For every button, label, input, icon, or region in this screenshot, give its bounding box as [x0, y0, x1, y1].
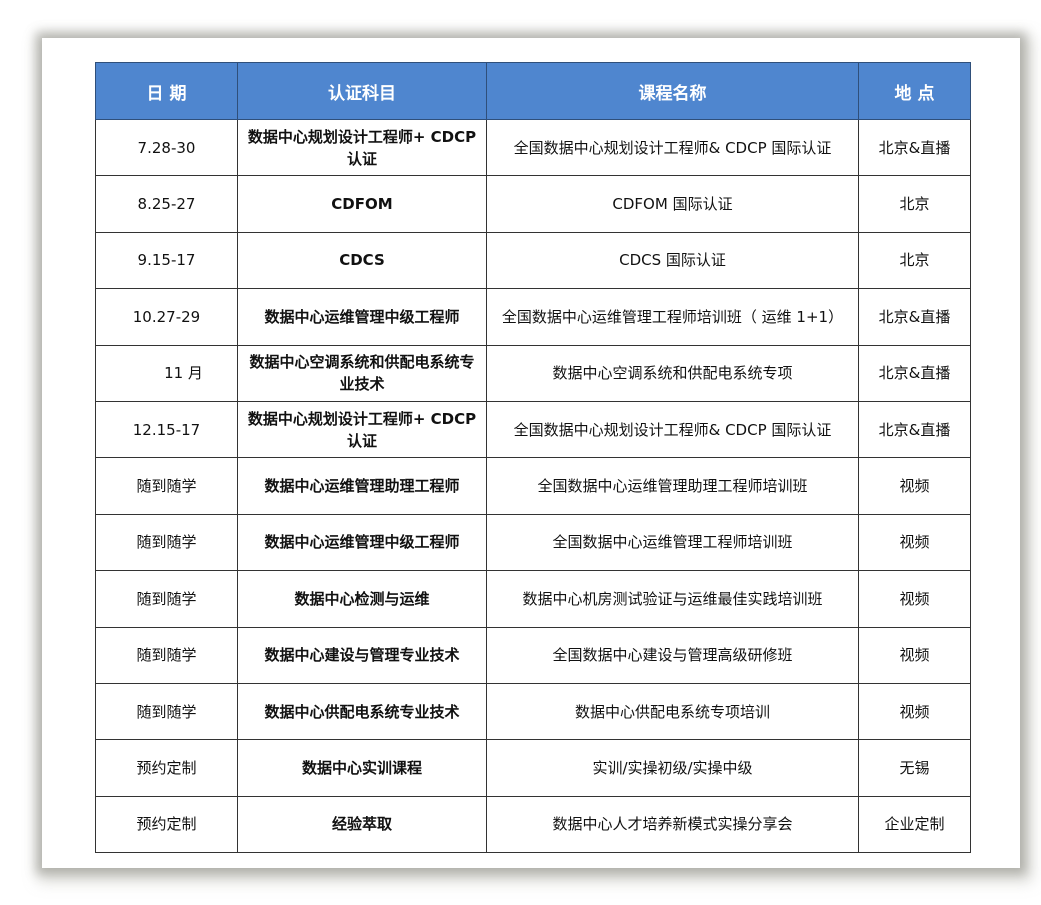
cell-subject: 数据中心运维管理助理工程师	[237, 457, 487, 515]
cell-date: 随到随学	[95, 570, 238, 628]
cell-course: 数据中心空调系统和供配电系统专项	[486, 344, 859, 402]
cell-date: 12.15-17	[95, 400, 238, 459]
table-row: 随到随学 数据中心检测与运维 数据中心机房测试验证与运维最佳实践培训班 视频	[95, 570, 971, 628]
cell-date: 11 月	[95, 344, 238, 402]
cell-course: CDFOM 国际认证	[486, 175, 859, 233]
cell-course: 数据中心供配电系统专项培训	[486, 682, 859, 741]
cell-subject: 数据中心供配电系统专业技术	[237, 682, 487, 741]
header-date: 日 期	[95, 62, 238, 120]
cell-course: 全国数据中心运维管理助理工程师培训班	[486, 457, 859, 515]
cell-location: 北京&直播	[858, 344, 971, 402]
cell-subject: 数据中心实训课程	[237, 739, 487, 797]
table-row: 12.15-17 数据中心规划设计工程师+ CDCP 认证 全国数据中心规划设计…	[95, 400, 971, 459]
cell-course: 全国数据中心规划设计工程师& CDCP 国际认证	[486, 400, 859, 459]
cell-location: 无锡	[858, 739, 971, 797]
cell-date: 随到随学	[95, 626, 238, 684]
table-header-row: 日 期 认证科目 课程名称 地 点	[95, 62, 971, 120]
cell-location: 企业定制	[858, 795, 971, 854]
cell-subject: 数据中心运维管理中级工程师	[237, 288, 487, 346]
cell-subject: 数据中心检测与运维	[237, 570, 487, 628]
cell-course: CDCS 国际认证	[486, 231, 859, 290]
table-row: 预约定制 数据中心实训课程 实训/实操初级/实操中级 无锡	[95, 739, 971, 797]
cell-location: 北京&直播	[858, 400, 971, 459]
table-row: 10.27-29 数据中心运维管理中级工程师 全国数据中心运维管理工程师培训班（…	[95, 288, 971, 346]
cell-subject: 数据中心规划设计工程师+ CDCP 认证	[237, 400, 487, 459]
table-row: 8.25-27 CDFOM CDFOM 国际认证 北京	[95, 175, 971, 233]
cell-location: 北京	[858, 175, 971, 233]
cell-subject: CDFOM	[237, 175, 487, 233]
cell-subject: 数据中心规划设计工程师+ CDCP 认证	[237, 118, 487, 177]
cell-subject: 数据中心运维管理中级工程师	[237, 513, 487, 572]
cell-location: 北京&直播	[858, 288, 971, 346]
cell-date: 预约定制	[95, 739, 238, 797]
cell-date: 随到随学	[95, 513, 238, 572]
header-location: 地 点	[858, 62, 971, 120]
table-row: 预约定制 经验萃取 数据中心人才培养新模式实操分享会 企业定制	[95, 795, 971, 854]
cell-location: 视频	[858, 513, 971, 572]
cell-course: 全国数据中心规划设计工程师& CDCP 国际认证	[486, 118, 859, 177]
cell-subject: CDCS	[237, 231, 487, 290]
cell-course: 全国数据中心运维管理工程师培训班	[486, 513, 859, 572]
cell-date: 10.27-29	[95, 288, 238, 346]
cell-subject: 数据中心建设与管理专业技术	[237, 626, 487, 684]
cell-course: 数据中心人才培养新模式实操分享会	[486, 795, 859, 854]
cell-subject: 经验萃取	[237, 795, 487, 854]
cell-date: 预约定制	[95, 795, 238, 854]
table-row: 随到随学 数据中心运维管理中级工程师 全国数据中心运维管理工程师培训班 视频	[95, 513, 971, 572]
cell-date: 随到随学	[95, 682, 238, 741]
header-subject: 认证科目	[237, 62, 487, 120]
cell-course: 实训/实操初级/实操中级	[486, 739, 859, 797]
cell-subject: 数据中心空调系统和供配电系统专业技术	[237, 344, 487, 402]
table-row: 11 月 数据中心空调系统和供配电系统专业技术 数据中心空调系统和供配电系统专项…	[95, 344, 971, 402]
cell-location: 视频	[858, 626, 971, 684]
header-course: 课程名称	[486, 62, 859, 120]
cell-date: 9.15-17	[95, 231, 238, 290]
course-schedule-table: 日 期 认证科目 课程名称 地 点 7.28-30 数据中心规划设计工程师+ C…	[95, 62, 971, 854]
cell-course: 全国数据中心运维管理工程师培训班（ 运维 1+1）	[486, 288, 859, 346]
cell-location: 北京&直播	[858, 118, 971, 177]
cell-date: 8.25-27	[95, 175, 238, 233]
cell-course: 全国数据中心建设与管理高级研修班	[486, 626, 859, 684]
table-row: 随到随学 数据中心建设与管理专业技术 全国数据中心建设与管理高级研修班 视频	[95, 626, 971, 684]
cell-location: 北京	[858, 231, 971, 290]
table-row: 9.15-17 CDCS CDCS 国际认证 北京	[95, 231, 971, 290]
cell-date: 7.28-30	[95, 118, 238, 177]
table-row: 7.28-30 数据中心规划设计工程师+ CDCP 认证 全国数据中心规划设计工…	[95, 118, 971, 177]
table-row: 随到随学 数据中心运维管理助理工程师 全国数据中心运维管理助理工程师培训班 视频	[95, 457, 971, 515]
cell-date: 随到随学	[95, 457, 238, 515]
cell-course: 数据中心机房测试验证与运维最佳实践培训班	[486, 570, 859, 628]
table-row: 随到随学 数据中心供配电系统专业技术 数据中心供配电系统专项培训 视频	[95, 682, 971, 741]
cell-location: 视频	[858, 682, 971, 741]
cell-location: 视频	[858, 457, 971, 515]
cell-location: 视频	[858, 570, 971, 628]
